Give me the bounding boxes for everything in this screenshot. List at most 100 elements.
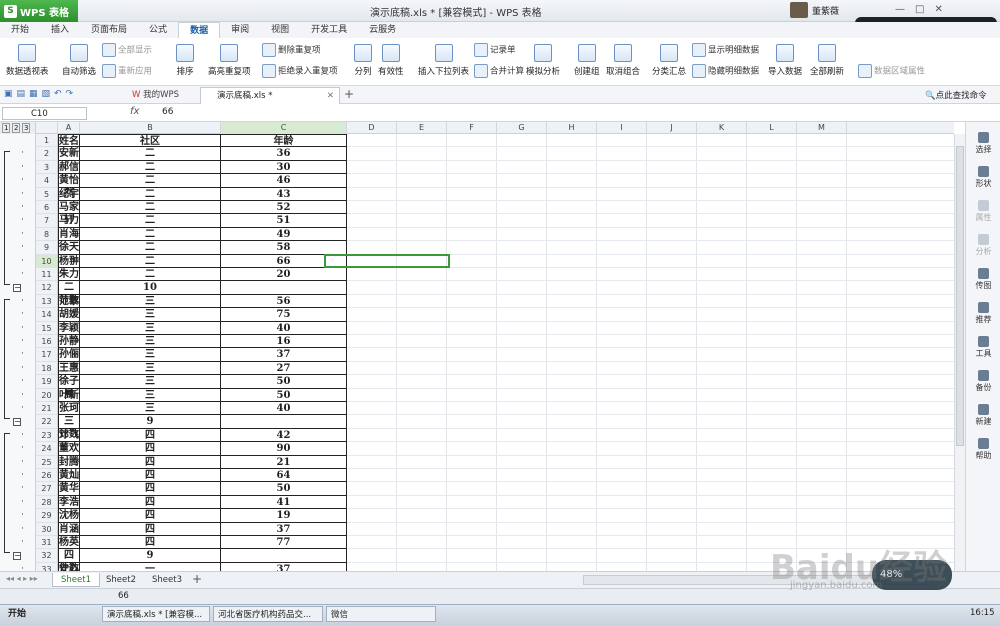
reject-dup-button[interactable]: 拒绝录入重复项 — [262, 64, 338, 78]
validity-button[interactable]: 有效性 — [378, 44, 404, 77]
cell-b[interactable]: 三 — [80, 402, 221, 416]
import-data-button[interactable]: 导入数据 — [768, 44, 802, 77]
row-header[interactable]: 27 — [36, 482, 58, 496]
row-header[interactable]: 11 — [36, 268, 58, 282]
scroll-thumb[interactable] — [956, 146, 964, 446]
row-header[interactable]: 3 — [36, 160, 58, 175]
outline-level-2[interactable]: 2 — [12, 123, 21, 133]
cell-b[interactable]: 二 — [80, 147, 221, 161]
panel-new[interactable]: 新建 — [966, 404, 1000, 427]
cell-a[interactable]: 郝信 — [58, 160, 80, 175]
cell-a[interactable]: 徐子晨 — [58, 375, 80, 400]
cell-a[interactable]: 四 计数 — [58, 549, 80, 571]
cell-b[interactable]: 四 — [80, 482, 221, 496]
create-group-button[interactable]: 创建组 — [574, 44, 600, 77]
cell-c[interactable]: 64 — [221, 469, 347, 483]
row-header[interactable]: 6 — [36, 201, 58, 215]
row-header[interactable]: 12 — [36, 281, 58, 295]
tab-my-wps[interactable]: W 我的WPS — [128, 87, 198, 103]
row-header[interactable]: 15 — [36, 321, 58, 335]
add-sheet-icon[interactable]: + — [192, 572, 202, 586]
task-browser[interactable]: 河北省医疗机构药品交... — [213, 606, 323, 622]
row-header[interactable]: 8 — [36, 227, 58, 242]
cell-b[interactable]: 二 — [80, 201, 221, 215]
cell-b[interactable]: 二 — [80, 268, 221, 282]
autofilter-button[interactable]: 自动筛选 — [62, 44, 96, 77]
row-header[interactable]: 2 — [36, 147, 58, 161]
tab-page-layout[interactable]: 页面布局 — [80, 22, 138, 38]
task-wps[interactable]: 演示底稿.xls * [兼容模... — [102, 606, 210, 622]
cell-a[interactable]: 安心 — [58, 562, 80, 571]
cell-a[interactable]: 杨翀 — [58, 254, 80, 268]
pivot-table-button[interactable]: 数据透视表 — [6, 44, 49, 77]
cell-a[interactable]: 李浩 — [58, 495, 80, 510]
panel-analysis[interactable]: 分析 — [966, 234, 1000, 257]
show-detail-button[interactable]: 显示明细数据 — [692, 43, 759, 57]
column-header[interactable]: I — [597, 122, 647, 134]
row-header[interactable]: 18 — [36, 361, 58, 376]
cell-b[interactable]: 三 — [80, 375, 221, 389]
cell-c[interactable]: 42 — [221, 428, 347, 443]
fx-icon[interactable]: fx — [130, 106, 139, 117]
hide-detail-button[interactable]: 隐藏明细数据 — [692, 64, 759, 78]
cell-b[interactable]: 四 — [80, 442, 221, 456]
column-header[interactable]: B — [80, 122, 221, 134]
insert-dropdown-button[interactable]: 插入下拉列表 — [418, 44, 469, 77]
cell-b[interactable]: 二 — [80, 214, 221, 228]
cell-b[interactable]: 三 — [80, 294, 221, 309]
cell-a[interactable]: 朱力 — [58, 268, 80, 282]
cell-a[interactable]: 肖海 — [58, 227, 80, 242]
cell-b[interactable]: 社区 — [80, 134, 221, 148]
cell-b[interactable]: 9 — [80, 549, 221, 563]
tab-formula[interactable]: 公式 — [138, 22, 178, 38]
cell-b[interactable]: 三 — [80, 361, 221, 376]
cell-c[interactable]: 49 — [221, 227, 347, 242]
panel-help[interactable]: 帮助 — [966, 438, 1000, 461]
app-menu-button[interactable]: S WPS 表格 — [0, 0, 78, 22]
row-header[interactable]: 7 — [36, 214, 58, 228]
simulate-button[interactable]: 模拟分析 — [526, 44, 560, 77]
cell-a[interactable]: 孙静 — [58, 335, 80, 349]
cell-c[interactable]: 27 — [221, 361, 347, 376]
cell-a[interactable]: 三 计数 — [58, 415, 80, 440]
record-form-button[interactable]: 记录单 — [474, 43, 516, 57]
row-header[interactable]: 14 — [36, 308, 58, 322]
cell-c[interactable]: 50 — [221, 388, 347, 402]
cell-a[interactable]: 黄华 — [58, 482, 80, 496]
column-header[interactable]: M — [797, 122, 847, 134]
cell-c[interactable]: 16 — [221, 335, 347, 349]
cell-a[interactable]: 李颖 — [58, 321, 80, 335]
row-header[interactable]: 26 — [36, 469, 58, 483]
cell-c[interactable]: 19 — [221, 509, 347, 523]
column-header[interactable]: A — [58, 122, 80, 134]
cell-b[interactable]: 三 — [80, 348, 221, 362]
cell-c[interactable] — [221, 549, 347, 563]
delete-dup-button[interactable]: 删除重复项 — [262, 43, 321, 57]
panel-property[interactable]: 属性 — [966, 200, 1000, 223]
row-header[interactable]: 29 — [36, 509, 58, 523]
outline-level-3[interactable]: 3 — [22, 123, 31, 133]
column-header[interactable]: K — [697, 122, 747, 134]
row-header[interactable]: 10 — [36, 254, 58, 268]
cell-b[interactable]: 四 — [80, 495, 221, 510]
active-cell-C10[interactable] — [324, 253, 450, 268]
row-header[interactable]: 22 — [36, 415, 58, 429]
formula-input[interactable]: 66 — [162, 107, 173, 117]
user-account[interactable]: 董紫薇 — [790, 2, 839, 18]
cell-a[interactable]: 范黎 — [58, 294, 80, 309]
cell-a[interactable]: 邓飞 — [58, 428, 80, 443]
tab-insert[interactable]: 插入 — [40, 22, 80, 38]
cell-a[interactable]: 王惠 — [58, 361, 80, 376]
row-header[interactable]: 32 — [36, 549, 58, 563]
cell-b[interactable]: 三 — [80, 321, 221, 335]
cell-a[interactable]: 张珂 — [58, 402, 80, 416]
maximize-icon[interactable]: □ — [915, 4, 924, 15]
row-header[interactable]: 4 — [36, 174, 58, 188]
row-header[interactable]: 33 — [36, 562, 58, 571]
show-all-button[interactable]: 全部显示 — [102, 43, 152, 57]
cell-a[interactable]: 黄怡然 — [58, 174, 80, 199]
cell-c[interactable]: 37 — [221, 348, 347, 362]
cell-c[interactable]: 年龄 — [221, 134, 347, 148]
cell-b[interactable]: 四 — [80, 509, 221, 523]
cell-c[interactable]: 50 — [221, 482, 347, 496]
